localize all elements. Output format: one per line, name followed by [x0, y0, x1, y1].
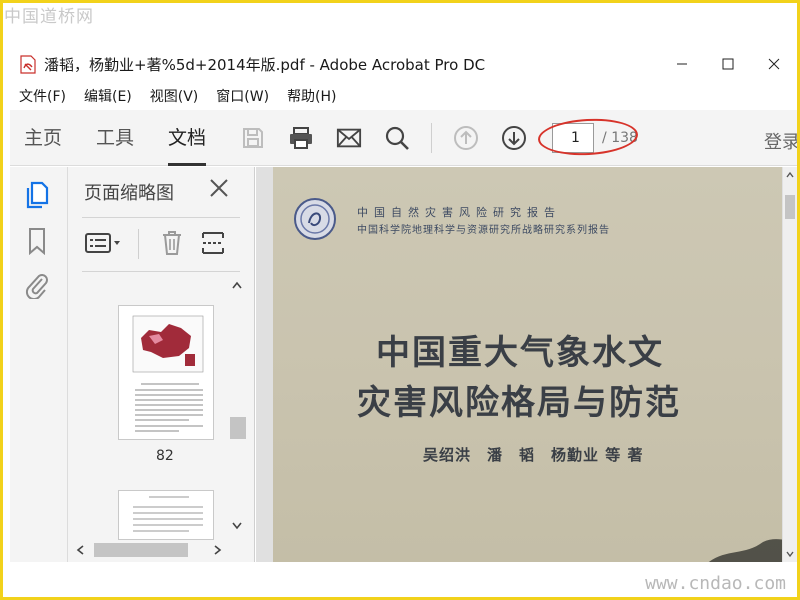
title-bar: 潘韬，杨勤业+著%5d+2014年版.pdf - Adobe Acrobat P…: [3, 46, 797, 82]
save-icon[interactable]: [240, 125, 266, 151]
cover-illustration: [703, 527, 782, 562]
panel-title: 页面缩略图: [84, 183, 174, 204]
close-button[interactable]: [751, 46, 797, 82]
maximize-icon: [722, 58, 734, 70]
menu-edit[interactable]: 编辑(E): [84, 86, 132, 106]
window-title: 潘韬，杨勤业+著%5d+2014年版.pdf - Adobe Acrobat P…: [44, 55, 486, 74]
prev-page-icon[interactable]: [453, 125, 479, 151]
left-nav-column: [10, 167, 68, 562]
menu-bar: 文件(F) 编辑(E) 视图(V) 窗口(W) 帮助(H): [3, 84, 797, 108]
tab-tools[interactable]: 工具: [96, 110, 134, 166]
report-series-line2: 中国科学院地理科学与资源研究所战略研究系列报告: [357, 225, 610, 236]
book-authors: 吴绍洪 潘 韬 杨勤业 等 著: [423, 446, 644, 464]
print-icon[interactable]: [288, 125, 314, 151]
document-vertical-scrollbar[interactable]: [783, 167, 797, 562]
extract-page-icon[interactable]: [200, 229, 226, 257]
minimize-icon: [677, 63, 687, 65]
maximize-button[interactable]: [705, 46, 751, 82]
panel-divider-2: [82, 271, 240, 272]
document-view[interactable]: 中国自然灾害风险研究报告 中国科学院地理科学与资源研究所战略研究系列报告 中国重…: [256, 167, 797, 562]
page-thumbnail[interactable]: [118, 305, 214, 440]
report-series-line1: 中国自然灾害风险研究报告: [357, 206, 561, 219]
panel-tool-separator: [138, 229, 139, 259]
toolbar-separator: [431, 122, 433, 153]
search-icon[interactable]: [384, 125, 410, 151]
tab-home[interactable]: 主页: [24, 110, 62, 166]
book-title-line1: 中国重大气象水文: [376, 333, 664, 373]
next-page-icon[interactable]: [501, 125, 527, 151]
thumbnail-vertical-scrollbar[interactable]: [228, 277, 246, 539]
attachment-icon[interactable]: [24, 271, 50, 301]
delete-page-icon[interactable]: [160, 229, 184, 257]
close-icon: [768, 58, 780, 70]
pdf-page: 中国自然灾害风险研究报告 中国科学院地理科学与资源研究所战略研究系列报告 中国重…: [273, 167, 782, 562]
menu-file[interactable]: 文件(F): [19, 86, 66, 106]
panel-close-icon[interactable]: [208, 177, 230, 199]
watermark-bottom: www.cndao.com: [645, 573, 786, 594]
email-icon[interactable]: [336, 125, 362, 151]
thumbnail-page-label: 82: [156, 448, 174, 464]
minimize-button[interactable]: [659, 46, 705, 82]
tab-document[interactable]: 文档: [168, 110, 207, 166]
book-title-line2: 灾害风险格局与防范: [357, 383, 681, 423]
page-thumbnail[interactable]: [118, 490, 214, 540]
menu-window[interactable]: 窗口(W): [216, 86, 269, 106]
toolbar: 主页 工具 文档 1 / 138: [10, 110, 797, 166]
watermark-top: 中国道桥网: [4, 7, 94, 27]
menu-help[interactable]: 帮助(H): [287, 86, 336, 106]
bookmark-icon[interactable]: [24, 227, 50, 256]
pages-icon[interactable]: [24, 181, 50, 209]
thumbnail-panel: 页面缩略图 82: [68, 167, 255, 562]
institute-logo: [293, 197, 337, 241]
panel-divider: [82, 217, 240, 218]
thumbnail-horizontal-scrollbar[interactable]: [72, 541, 228, 559]
thumbnail-options-icon[interactable]: [84, 229, 124, 257]
pdf-file-icon: [20, 54, 36, 74]
menu-view[interactable]: 视图(V): [150, 86, 199, 106]
login-link[interactable]: 登录: [764, 128, 800, 154]
